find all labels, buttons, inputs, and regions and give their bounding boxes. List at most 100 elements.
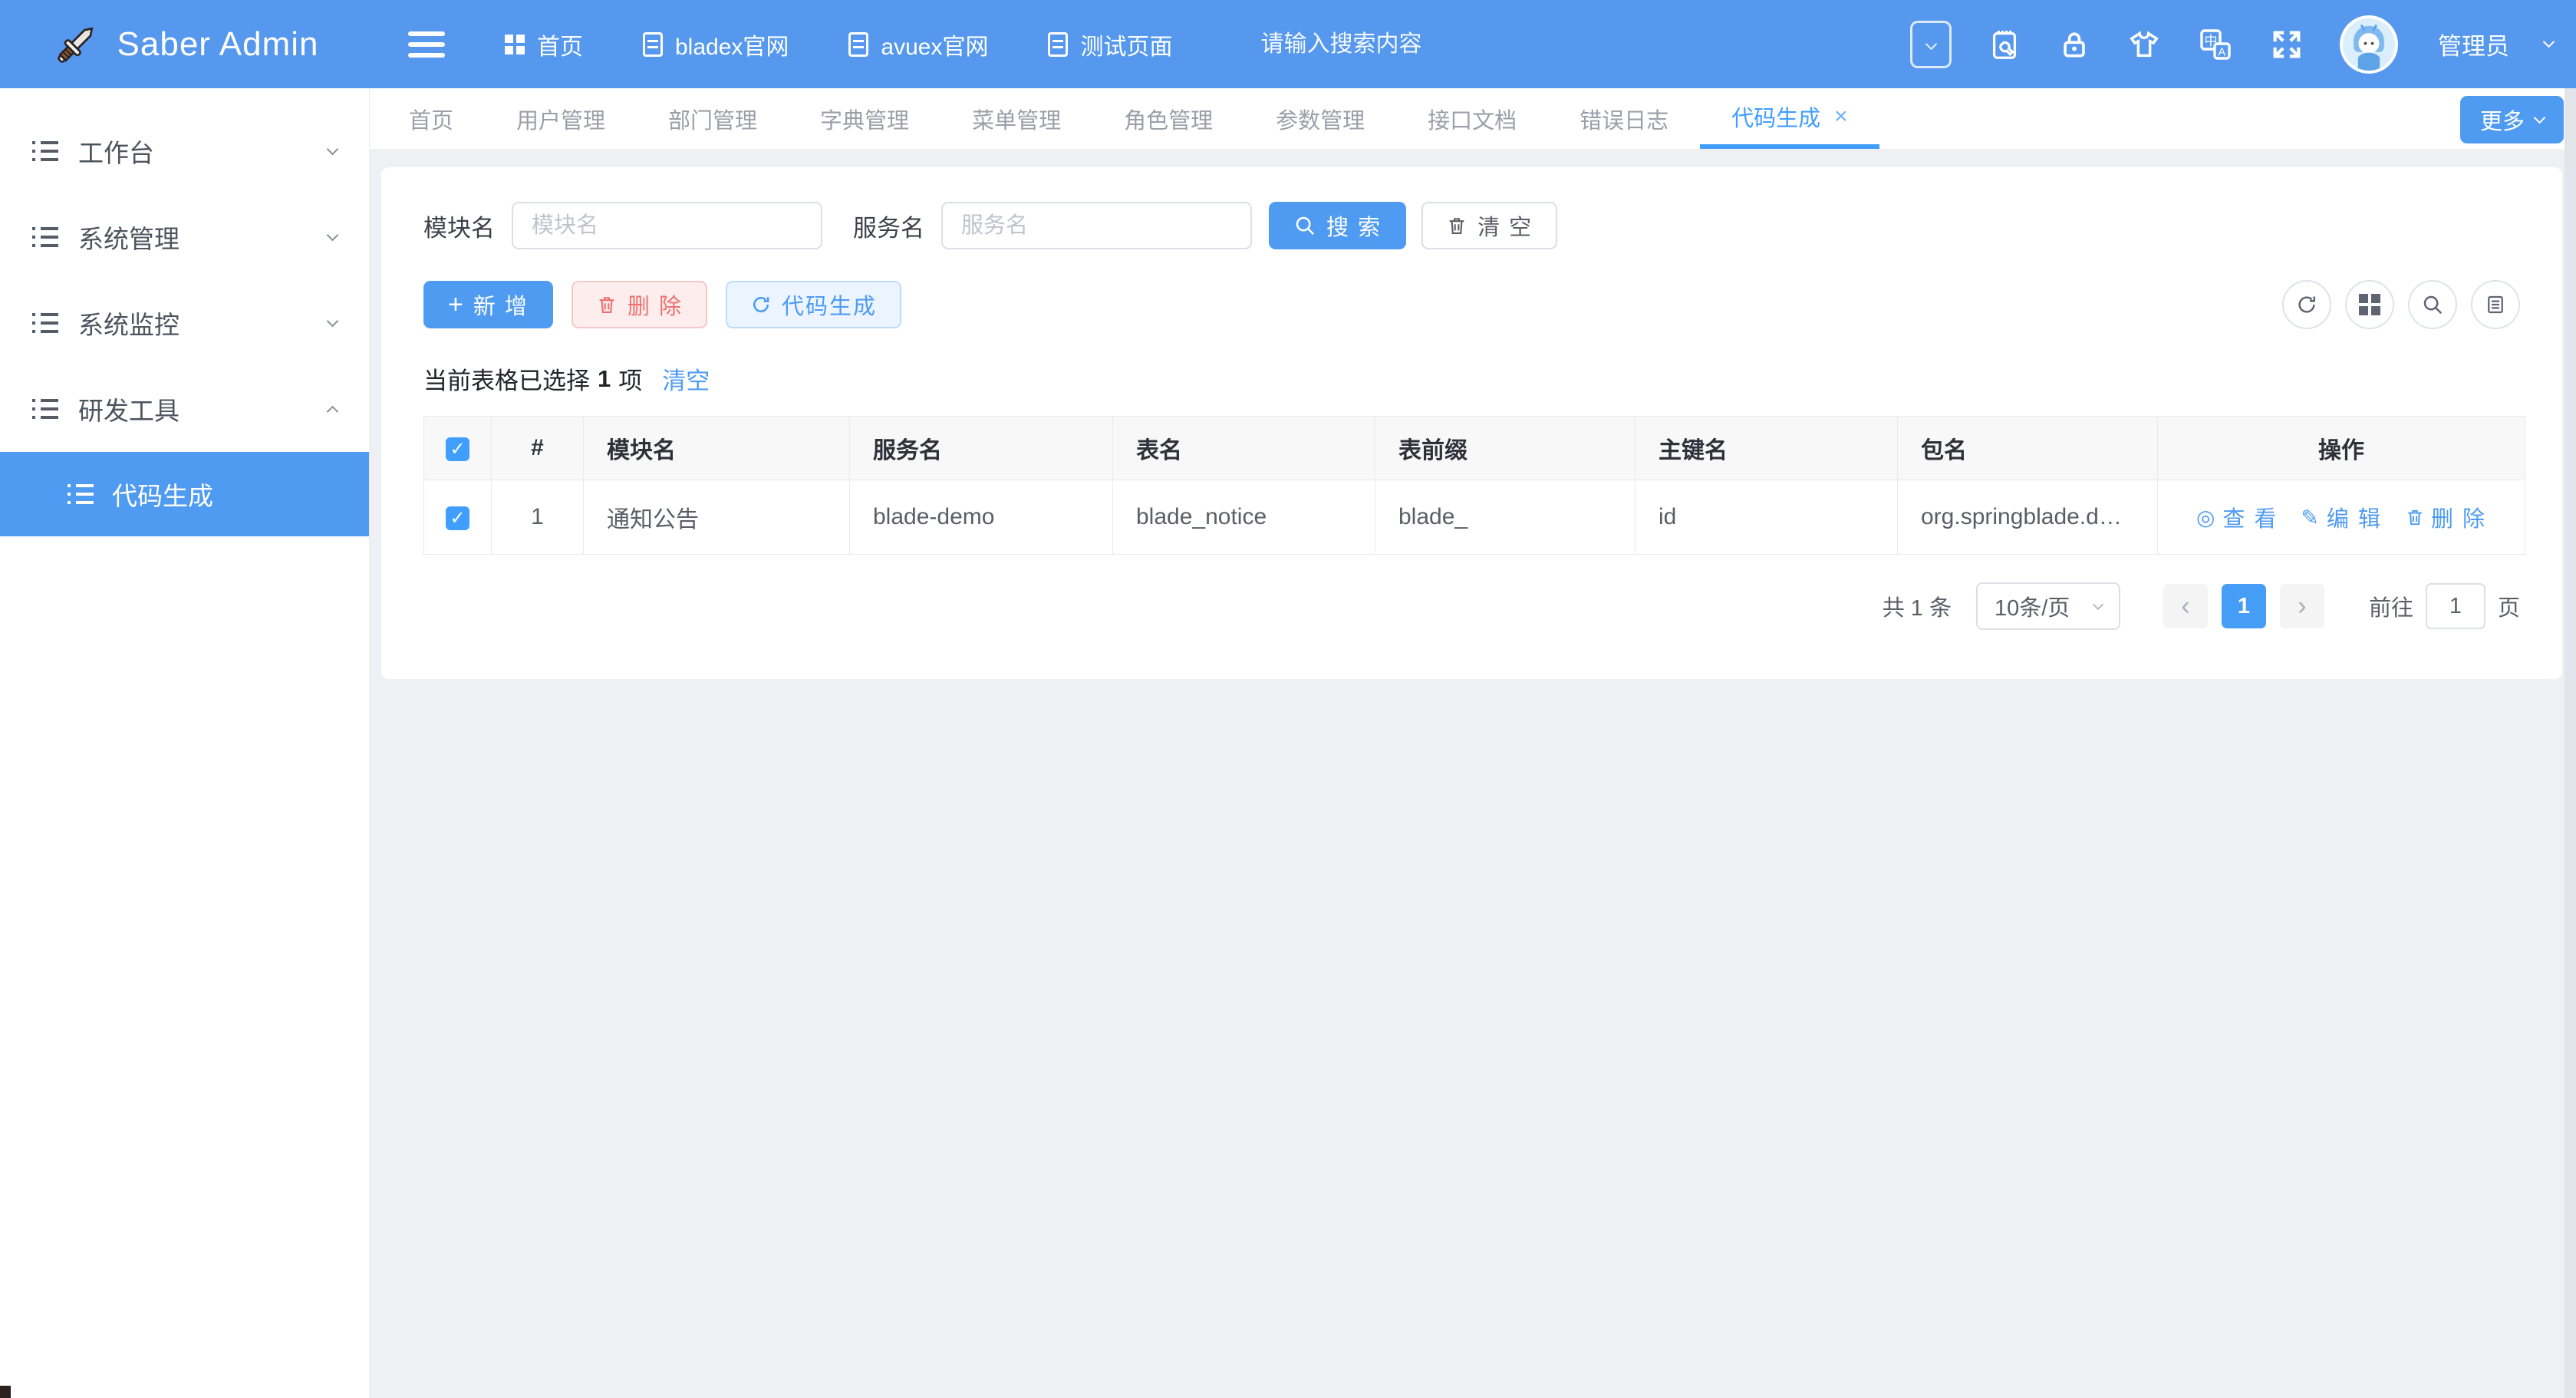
refresh-icon [2295, 293, 2318, 316]
list-icon [32, 141, 58, 161]
data-table: ✓ # 模块名 服务名 表名 表前缀 主键名 包名 操作 ✓ 1 通知公告 bl… [423, 416, 2525, 555]
vertical-scrollbar[interactable] [2564, 88, 2576, 1398]
tab-home[interactable]: 首页 [377, 88, 485, 149]
select-all-checkbox[interactable]: ✓ [446, 437, 469, 461]
lock-icon[interactable] [2057, 28, 2091, 61]
collapse-menu-icon[interactable] [408, 31, 445, 58]
plus-icon: + [448, 290, 463, 320]
service-name-input[interactable] [941, 202, 1252, 249]
global-search [1260, 31, 1583, 58]
col-module: 模块名 [584, 417, 850, 480]
row-delete-link[interactable]: 删 除 [2405, 501, 2486, 533]
top-navigation: 首页 bladex官网 avuex官网 测试页面 [445, 28, 1172, 61]
table-row: ✓ 1 通知公告 blade-demo blade_notice blade_ … [424, 480, 2525, 555]
delete-button[interactable]: 删 除 [572, 281, 707, 328]
content-card: 模块名 服务名 搜 索 清 空 + 新 增 [381, 167, 2562, 679]
code-generate-button[interactable]: 代码生成 [726, 281, 901, 328]
fullscreen-icon[interactable] [2269, 27, 2304, 62]
selected-count: 1 [598, 365, 611, 393]
list-icon [32, 313, 58, 333]
prev-page-button[interactable]: ‹ [2163, 584, 2208, 628]
next-page-button[interactable]: › [2280, 584, 2324, 628]
goto-suffix: 页 [2498, 590, 2520, 622]
topnav-item-bladex[interactable]: bladex官网 [643, 28, 789, 61]
topnav-item-home[interactable]: 首页 [505, 28, 583, 61]
svg-text:A: A [2218, 45, 2225, 58]
global-search-input[interactable] [1260, 31, 1583, 58]
cell-module: 通知公告 [584, 480, 850, 555]
sidebar-item-workbench[interactable]: 工作台 [0, 108, 369, 194]
saber-sword-icon [51, 20, 100, 69]
theme-tshirt-icon[interactable] [2126, 27, 2162, 62]
app-logo: Saber Admin [0, 0, 370, 88]
tab-dept-management[interactable]: 部门管理 [637, 88, 789, 149]
main-area: 首页 用户管理 部门管理 字典管理 菜单管理 角色管理 参数管理 接口文档 错误… [370, 88, 2576, 1398]
col-table: 表名 [1113, 417, 1375, 480]
tab-role-management[interactable]: 角色管理 [1092, 88, 1244, 149]
total-count: 共 1 条 [1883, 590, 1952, 622]
document-icon [848, 32, 868, 57]
cell-prefix: blade_ [1375, 480, 1636, 555]
search-toggle-button[interactable] [2408, 280, 2457, 329]
topnav-item-avuex[interactable]: avuex官网 [848, 28, 988, 61]
tab-param-management[interactable]: 参数管理 [1244, 88, 1396, 149]
close-tab-icon[interactable]: × [1834, 104, 1848, 130]
tab-menu-management[interactable]: 菜单管理 [940, 88, 1092, 149]
search-icon [2421, 293, 2444, 316]
pencil-icon: ✎ [2301, 505, 2320, 530]
more-tabs-button[interactable]: 更多 [2460, 96, 2564, 143]
list-icon [32, 399, 58, 419]
tab-user-management[interactable]: 用户管理 [485, 88, 637, 149]
trash-icon [1446, 215, 1468, 236]
col-index: # [492, 417, 584, 480]
col-package: 包名 [1898, 417, 2158, 480]
edit-link[interactable]: ✎ 编 辑 [2301, 501, 2382, 533]
module-name-input[interactable] [512, 202, 822, 249]
app-title: Saber Admin [117, 25, 319, 64]
grid-view-button[interactable] [2345, 280, 2394, 329]
page-size-select[interactable]: 10条/页 [1976, 582, 2120, 630]
user-menu-chevron-down-icon[interactable] [2543, 36, 2555, 48]
module-name-label: 模块名 [423, 209, 495, 243]
chevron-down-icon [2093, 599, 2103, 610]
chevron-down-icon [327, 143, 339, 155]
add-button[interactable]: + 新 增 [423, 281, 553, 328]
clear-selection-link[interactable]: 清空 [662, 361, 710, 396]
language-translate-icon[interactable]: 中 A [2197, 26, 2234, 63]
clear-button[interactable]: 清 空 [1421, 202, 1557, 249]
document-icon [643, 32, 663, 57]
sidebar-item-code-generation-active[interactable]: 代码生成 [0, 452, 369, 536]
chevron-down-icon [2534, 111, 2546, 124]
search-button[interactable]: 搜 索 [1269, 202, 1406, 249]
grid-icon [505, 35, 525, 54]
document-icon [1048, 32, 1068, 57]
top-dropdown-box-icon[interactable] [1910, 21, 1952, 68]
sidebar-item-system-management[interactable]: 系统管理 [0, 194, 369, 280]
tab-dict-management[interactable]: 字典管理 [789, 88, 940, 149]
sidebar-item-system-monitor[interactable]: 系统监控 [0, 280, 369, 366]
row-checkbox[interactable]: ✓ [446, 506, 469, 530]
debug-tool-icon[interactable] [1987, 27, 2022, 62]
col-service: 服务名 [850, 417, 1113, 480]
pagination: 共 1 条 10条/页 ‹ 1 › 前往 页 [423, 582, 2520, 630]
goto-page-input[interactable] [2426, 583, 2485, 629]
topnav-item-testpage[interactable]: 测试页面 [1048, 28, 1172, 61]
page-1-button[interactable]: 1 [2222, 584, 2266, 628]
col-pk: 主键名 [1636, 417, 1898, 480]
tab-api-docs[interactable]: 接口文档 [1396, 88, 1548, 149]
chevron-down-icon [327, 315, 339, 327]
cell-index: 1 [492, 480, 584, 555]
filter-row: 模块名 服务名 搜 索 清 空 [423, 202, 2520, 249]
sidebar-item-dev-tools[interactable]: 研发工具 [0, 366, 369, 452]
refresh-button[interactable] [2282, 280, 2331, 329]
list-icon [32, 227, 58, 247]
user-name[interactable]: 管理员 [2438, 27, 2509, 61]
service-name-label: 服务名 [853, 209, 924, 243]
tab-code-generation-active[interactable]: 代码生成 × [1700, 88, 1879, 149]
user-avatar[interactable] [2340, 15, 2398, 74]
col-prefix: 表前缀 [1375, 417, 1636, 480]
tab-error-log[interactable]: 错误日志 [1548, 88, 1700, 149]
view-link[interactable]: ◎ 查 看 [2196, 501, 2278, 533]
goto-label: 前往 [2369, 590, 2413, 622]
column-settings-button[interactable] [2471, 280, 2520, 329]
